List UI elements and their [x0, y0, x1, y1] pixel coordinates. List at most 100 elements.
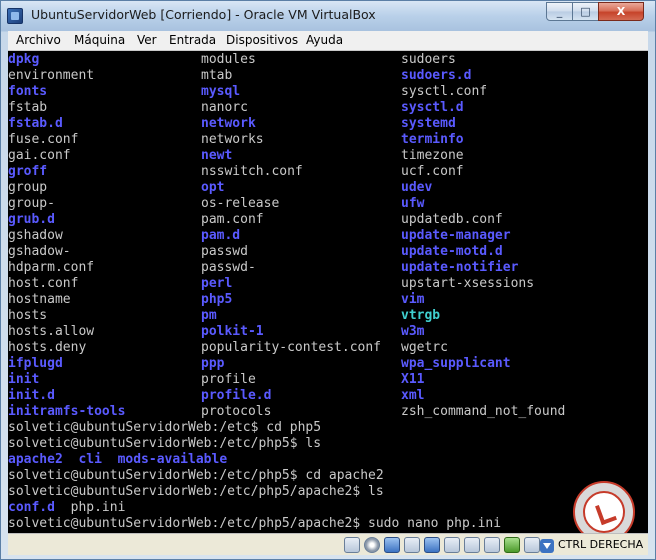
ls-entry: fstab: [8, 100, 48, 115]
menu-ver[interactable]: Ver: [137, 33, 157, 47]
ls-entry: ifplugd: [8, 356, 63, 371]
menu-archivo[interactable]: Archivo: [16, 33, 61, 47]
ls-entry: updatedb.conf: [401, 212, 503, 227]
ls-entry: mysql: [201, 84, 241, 99]
command-output: apache2 cli mods-available: [8, 452, 228, 467]
console-side-area: [628, 51, 648, 533]
shared-folders-icon[interactable]: [404, 537, 420, 553]
ls-output-row: hosts.allow polkit-1 w3m: [8, 324, 628, 340]
terminal-line: apache2 cli mods-available: [8, 452, 628, 468]
ls-entry: zsh_command_not_found: [401, 404, 566, 419]
shell-command: solvetic@ubuntuServidorWeb:/etc$ cd php5: [8, 420, 322, 435]
ls-entry: fstab.d: [8, 116, 63, 131]
ls-output-row: fuse.conf networks terminfo: [8, 132, 628, 148]
ls-entry: gai.conf: [8, 148, 71, 163]
ls-entry: ufw: [401, 196, 425, 211]
ls-output-row: environment mtab sudoers.d: [8, 68, 628, 84]
ls-entry: timezone: [401, 148, 464, 163]
ls-entry: perl: [201, 276, 233, 291]
window-title: UbuntuServidorWeb [Corriendo] - Oracle V…: [31, 7, 376, 22]
ls-entry: update-notifier: [401, 260, 519, 275]
ls-entry: profile: [201, 372, 256, 387]
display-icon[interactable]: [444, 537, 460, 553]
terminal-line: solvetic@ubuntuServidorWeb:/etc/php5/apa…: [8, 484, 628, 500]
ls-entry: sysctl.conf: [401, 84, 488, 99]
menu-ayuda[interactable]: Ayuda: [306, 33, 343, 47]
ls-entry: groff: [8, 164, 48, 179]
ls-output-row: group-os-release ufw: [8, 196, 628, 212]
ls-entry: grub.d: [8, 212, 55, 227]
virtualization-icon[interactable]: [504, 537, 520, 553]
ls-entry: ppp: [201, 356, 225, 371]
ls-output-row: groff nsswitch.conf ucf.conf: [8, 164, 628, 180]
ls-entry: systemd: [401, 116, 456, 131]
ls-entry: hdparm.conf: [8, 260, 95, 275]
ls-output-row: initramfs-tools protocols zsh_command_not_…: [8, 404, 628, 420]
ls-entry: vtrgb: [401, 308, 441, 323]
ls-output-row: host.conf perl upstart-xsessions: [8, 276, 628, 292]
command-output: conf.d: [8, 500, 55, 515]
ls-entry: xml: [401, 388, 425, 403]
ls-entry: pam.d: [201, 228, 241, 243]
host-key-label: CTRL DERECHA: [558, 538, 644, 551]
ls-entry: wgetrc: [401, 340, 448, 355]
terminal-line: conf.d php.ini: [8, 500, 628, 516]
ls-entry: opt: [201, 180, 225, 195]
keyboard-capture-icon[interactable]: [524, 537, 540, 553]
ls-entry: gshadow-: [8, 244, 71, 259]
terminal-line: solvetic@ubuntuServidorWeb:/etc/php5$ ls: [8, 436, 628, 452]
ls-entry: upstart-xsessions: [401, 276, 535, 291]
terminal-line: solvetic@ubuntuServidorWeb:/etc/php5/apa…: [8, 516, 628, 532]
vm-console-screen[interactable]: dpkg modules sudoers environment mtab sudoers…: [8, 51, 628, 533]
ls-entry: hosts.allow: [8, 324, 95, 339]
shell-command: solvetic@ubuntuServidorWeb:/etc/php5/apa…: [8, 484, 384, 499]
ls-entry: profile.d: [201, 388, 272, 403]
command-output: php.ini: [54, 500, 126, 515]
ls-entry: host.conf: [8, 276, 79, 291]
ls-entry: update-motd.d: [401, 244, 503, 259]
watermark-logo-inner: [583, 491, 625, 533]
menu-dispositivos[interactable]: Dispositivos: [226, 33, 298, 47]
ls-entry: hostname: [8, 292, 71, 307]
ls-entry: X11: [401, 372, 425, 387]
ls-output-row: hosts pm vtrgb: [8, 308, 628, 324]
menu-maquina[interactable]: Máquina: [74, 33, 125, 47]
ls-output-row: grub.d pam.conf updatedb.conf: [8, 212, 628, 228]
maximize-button[interactable]: □: [572, 2, 599, 21]
ls-output-row: dpkg modules sudoers: [8, 52, 628, 68]
ls-entry: w3m: [401, 324, 425, 339]
terminal-line: solvetic@ubuntuServidorWeb:/etc$ cd php5: [8, 420, 628, 436]
video-capture-icon[interactable]: [464, 537, 480, 553]
ls-entry: sudoers.d: [401, 68, 472, 83]
host-key-arrow-icon: [540, 539, 554, 553]
ls-output-row: hosts.deny popularity-contest.conf wgetrc: [8, 340, 628, 356]
mouse-integration-icon[interactable]: [484, 537, 500, 553]
hard-disk-icon[interactable]: [344, 537, 360, 553]
ls-output-row: hdparm.conf passwd-update-notifier: [8, 260, 628, 276]
ls-entry: environment: [8, 68, 95, 83]
ls-entry: nanorc: [201, 100, 248, 115]
optical-drive-icon[interactable]: [364, 537, 380, 553]
ls-output-row: init.d profile.d xml: [8, 388, 628, 404]
shell-command: solvetic@ubuntuServidorWeb:/etc/php5$ cd…: [8, 468, 384, 483]
ls-entry: php5: [201, 292, 233, 307]
network-icon[interactable]: [424, 537, 440, 553]
ls-entry: protocols: [201, 404, 272, 419]
close-button[interactable]: X: [598, 2, 644, 21]
ls-entry: mtab: [201, 68, 233, 83]
status-bar: CTRL DERECHA: [8, 533, 648, 555]
ls-entry: hosts: [8, 308, 48, 323]
ls-entry: sudoers: [401, 52, 456, 67]
ls-output-row: fstab nanorc sysctl.d: [8, 100, 628, 116]
menu-entrada[interactable]: Entrada: [169, 33, 216, 47]
ls-output-row: gshadow-passwd update-motd.d: [8, 244, 628, 260]
ls-entry: vim: [401, 292, 425, 307]
ls-entry: pam.conf: [201, 212, 264, 227]
usb-icon[interactable]: [384, 537, 400, 553]
ls-entry: passwd-: [201, 260, 256, 275]
minimize-button[interactable]: _: [546, 2, 573, 21]
ls-entry: init: [8, 372, 40, 387]
title-bar[interactable]: UbuntuServidorWeb [Corriendo] - Oracle V…: [1, 1, 655, 31]
ls-entry: fonts: [8, 84, 48, 99]
ls-entry: update-manager: [401, 228, 511, 243]
